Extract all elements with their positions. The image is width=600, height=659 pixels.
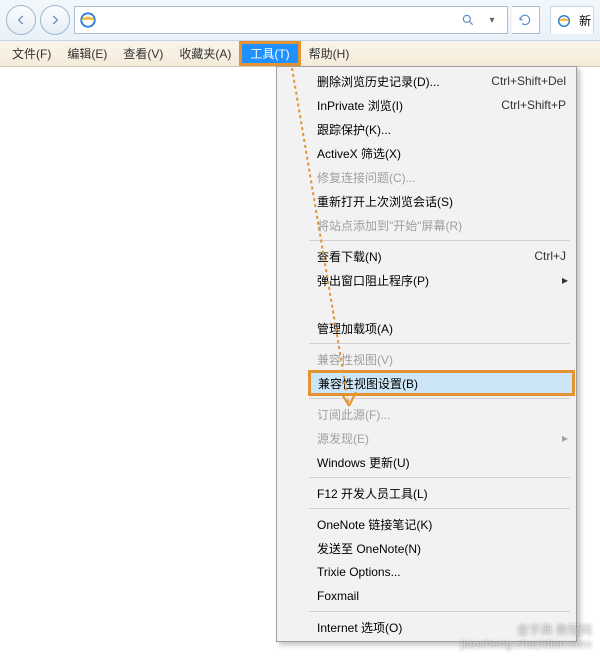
dropdown-separator — [309, 611, 570, 612]
dropdown-item-label: 兼容性视图(V) — [317, 351, 566, 368]
dropdown-item-shortcut: Ctrl+Shift+Del — [491, 74, 566, 88]
submenu-arrow-icon: ▸ — [562, 273, 568, 287]
dropdown-item[interactable]: 管理加载项(A) — [309, 316, 574, 340]
dropdown-item[interactable]: 重新打开上次浏览会话(S) — [309, 189, 574, 213]
dropdown-item-label: 弹出窗口阻止程序(P) — [317, 272, 566, 289]
tab-label: 新 — [579, 12, 591, 29]
dropdown-separator — [309, 508, 570, 509]
ie-icon — [79, 11, 97, 29]
dropdown-item[interactable]: 查看下载(N)Ctrl+J — [309, 244, 574, 268]
search-icon[interactable] — [457, 9, 479, 31]
dropdown-item-shortcut: Ctrl+Shift+P — [501, 98, 566, 112]
watermark: 查字典 教程网 jiaocheng.chazidian.com — [461, 623, 592, 651]
dropdown-item[interactable]: ActiveX 筛选(X) — [309, 141, 574, 165]
tools-dropdown: 删除浏览历史记录(D)...Ctrl+Shift+DelInPrivate 浏览… — [276, 66, 577, 642]
watermark-line1: 查字典 教程网 — [461, 623, 592, 637]
dropdown-item[interactable]: 兼容性视图设置(B) — [309, 371, 574, 395]
dropdown-item-label: 将站点添加到"开始"屏幕(R) — [317, 217, 566, 234]
navigation-bar: ▾ 新 — [0, 0, 600, 41]
dropdown-item[interactable]: 弹出窗口阻止程序(P)▸ — [309, 268, 574, 292]
dropdown-item[interactable]: OneNote 链接笔记(K) — [309, 512, 574, 536]
dropdown-item-label: ActiveX 筛选(X) — [317, 145, 566, 162]
refresh-icon — [518, 13, 532, 27]
dropdown-item-label: 重新打开上次浏览会话(S) — [317, 193, 566, 210]
dropdown-item-label: 跟踪保护(K)... — [317, 121, 566, 138]
dropdown-separator — [309, 477, 570, 478]
dropdown-item-label: InPrivate 浏览(I) — [317, 97, 501, 114]
dropdown-item-label: Trixie Options... — [317, 565, 566, 579]
dropdown-item[interactable]: Foxmail — [309, 584, 574, 608]
dropdown-item-label: 管理加载项(A) — [317, 320, 566, 337]
forward-button[interactable] — [40, 5, 70, 35]
menu-file[interactable]: 文件(F) — [4, 42, 59, 65]
submenu-arrow-icon: ▸ — [562, 431, 568, 445]
arrow-right-icon — [48, 13, 62, 27]
dropdown-item: 源发现(E)▸ — [309, 426, 574, 450]
dropdown-item-label: 发送至 OneNote(N) — [317, 540, 566, 557]
dropdown-item-label: OneNote 链接笔记(K) — [317, 516, 566, 533]
dropdown-item-label: 删除浏览历史记录(D)... — [317, 73, 491, 90]
dropdown-item[interactable]: Windows 更新(U) — [309, 450, 574, 474]
menu-help[interactable]: 帮助(H) — [301, 42, 358, 65]
dropdown-item[interactable]: 删除浏览历史记录(D)...Ctrl+Shift+Del — [309, 69, 574, 93]
arrow-left-icon — [14, 13, 28, 27]
dropdown-item-label: 修复连接问题(C)... — [317, 169, 566, 186]
dropdown-item[interactable]: Trixie Options... — [309, 560, 574, 584]
menu-tools[interactable]: 工具(T) — [239, 41, 300, 66]
dropdown-item: 将站点添加到"开始"屏幕(R) — [309, 213, 574, 237]
dropdown-item-label: 订阅此源(F)... — [317, 406, 566, 423]
menu-edit[interactable]: 编辑(E) — [59, 42, 115, 65]
dropdown-item[interactable]: F12 开发人员工具(L) — [309, 481, 574, 505]
browser-tab[interactable]: 新 — [550, 6, 594, 34]
address-bar[interactable]: ▾ — [74, 6, 508, 34]
dropdown-item-label: 查看下载(N) — [317, 248, 534, 265]
back-button[interactable] — [6, 5, 36, 35]
ie-icon — [557, 14, 571, 28]
dropdown-item-shortcut: Ctrl+J — [534, 249, 566, 263]
dropdown-item: 修复连接问题(C)... — [309, 165, 574, 189]
dropdown-item-label: F12 开发人员工具(L) — [317, 485, 566, 502]
dropdown-item-label: Windows 更新(U) — [317, 454, 566, 471]
dropdown-separator — [309, 398, 570, 399]
menu-view[interactable]: 查看(V) — [115, 42, 171, 65]
dropdown-item[interactable]: 发送至 OneNote(N) — [309, 536, 574, 560]
watermark-line2: jiaocheng.chazidian.com — [461, 637, 592, 651]
dropdown-item[interactable]: InPrivate 浏览(I)Ctrl+Shift+P — [309, 93, 574, 117]
dropdown-caret-icon[interactable]: ▾ — [481, 9, 503, 31]
dropdown-item-label: 源发现(E) — [317, 430, 566, 447]
dropdown-item-label: Foxmail — [317, 589, 566, 603]
dropdown-separator — [309, 240, 570, 241]
dropdown-item — [309, 292, 574, 316]
dropdown-separator — [309, 343, 570, 344]
menu-favorites[interactable]: 收藏夹(A) — [171, 42, 239, 65]
dropdown-item: 兼容性视图(V) — [309, 347, 574, 371]
menu-bar: 文件(F) 编辑(E) 查看(V) 收藏夹(A) 工具(T) 帮助(H) — [0, 41, 600, 67]
dropdown-item: 订阅此源(F)... — [309, 402, 574, 426]
dropdown-item-label: 兼容性视图设置(B) — [318, 375, 565, 392]
refresh-button[interactable] — [512, 6, 540, 34]
address-input[interactable] — [101, 7, 457, 33]
dropdown-item[interactable]: 跟踪保护(K)... — [309, 117, 574, 141]
